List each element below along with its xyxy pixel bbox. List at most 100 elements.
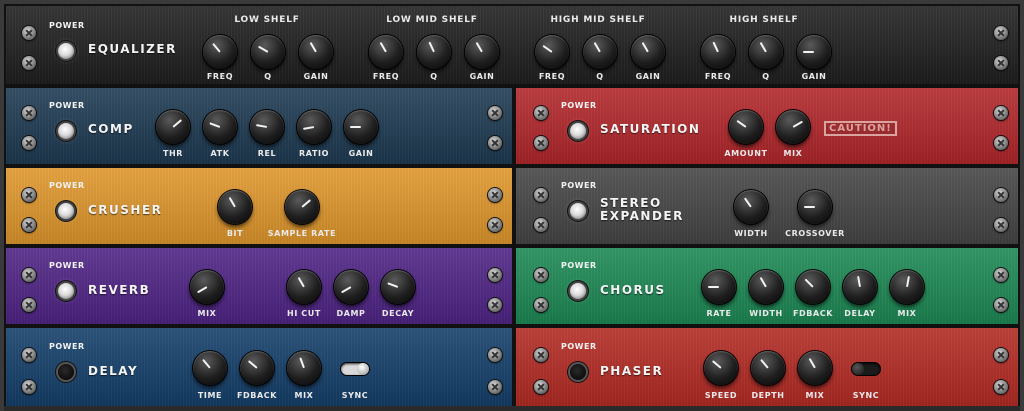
crusher-bit-knob[interactable]: [218, 190, 252, 224]
screw-icon: [22, 136, 36, 150]
stereo-expander-power-button[interactable]: [570, 203, 586, 219]
knob-label: MIX: [783, 149, 803, 158]
delay-time-knob[interactable]: [193, 351, 227, 385]
reverb-decay-knob[interactable]: [381, 270, 415, 304]
screw-icon: [488, 380, 502, 394]
power-label: POWER: [49, 101, 85, 110]
screw-icon: [994, 56, 1008, 70]
equalizer-panel: POWER EQUALIZER LOW SHELF LOW MID SHELF …: [4, 4, 1020, 86]
screw-icon: [22, 268, 36, 282]
power-label: POWER: [561, 342, 597, 351]
reverb-mix-knob[interactable]: [190, 270, 224, 304]
screw-icon: [488, 136, 502, 150]
comp-gain-knob[interactable]: [344, 110, 378, 144]
knob-label: GAIN: [469, 72, 495, 81]
knob-label: SAMPLE RATE: [267, 229, 337, 238]
knob-label: GAIN: [303, 72, 329, 81]
high-shelf-q-knob[interactable]: [749, 35, 783, 69]
high-shelf-freq-knob[interactable]: [701, 35, 735, 69]
delay-title: DELAY: [88, 364, 139, 378]
screw-icon: [22, 348, 36, 362]
screw-icon: [22, 26, 36, 40]
chorus-panel: POWER CHORUS RATE WIDTH FDBACK DELAY MIX: [514, 246, 1020, 326]
low-shelf-gain-knob[interactable]: [299, 35, 333, 69]
screw-icon: [22, 380, 36, 394]
delay-fdback-knob[interactable]: [240, 351, 274, 385]
comp-power-button[interactable]: [58, 123, 74, 139]
saturation-power-button[interactable]: [570, 123, 586, 139]
section-label: LOW MID SHELF: [386, 15, 478, 25]
reverb-hi-cut-knob[interactable]: [287, 270, 321, 304]
screw-icon: [488, 106, 502, 120]
phaser-mix-knob[interactable]: [798, 351, 832, 385]
comp-thr-knob[interactable]: [156, 110, 190, 144]
knob-label: MIX: [897, 309, 917, 318]
phaser-title: PHASER: [600, 364, 664, 378]
reverb-panel: POWER REVERB MIX HI CUT DAMP DECAY: [4, 246, 514, 326]
knob-label: DECAY: [381, 309, 415, 318]
delay-panel: POWER DELAY TIME FDBACK MIX SYNC: [4, 326, 514, 408]
knob-label: WIDTH: [734, 229, 768, 238]
high-mid-freq-knob[interactable]: [535, 35, 569, 69]
low-shelf-freq-knob[interactable]: [203, 35, 237, 69]
chorus-mix-knob[interactable]: [890, 270, 924, 304]
chorus-width-knob[interactable]: [749, 270, 783, 304]
phaser-panel: POWER PHASER SPEED DEPTH MIX SYNC: [514, 326, 1020, 408]
knob-label: GAIN: [348, 149, 374, 158]
delay-mix-knob[interactable]: [287, 351, 321, 385]
sync-label: SYNC: [852, 391, 880, 400]
comp-atk-knob[interactable]: [203, 110, 237, 144]
section-label: LOW SHELF: [234, 15, 300, 25]
crusher-title: CRUSHER: [88, 203, 163, 217]
comp-ratio-knob[interactable]: [297, 110, 331, 144]
screw-icon: [994, 26, 1008, 40]
crusher-sample-rate-knob[interactable]: [285, 190, 319, 224]
caution-warning-badge: CAUTION!: [824, 121, 897, 136]
comp-rel-knob[interactable]: [250, 110, 284, 144]
chorus-power-button[interactable]: [570, 283, 586, 299]
low-mid-gain-knob[interactable]: [465, 35, 499, 69]
delay-sync-toggle[interactable]: [341, 363, 369, 375]
screw-icon: [994, 268, 1008, 282]
screw-icon: [534, 268, 548, 282]
power-label: POWER: [561, 181, 597, 190]
phaser-power-button[interactable]: [570, 364, 586, 380]
chorus-title: CHORUS: [600, 283, 666, 297]
screw-icon: [534, 348, 548, 362]
effects-rack: POWER EQUALIZER LOW SHELF LOW MID SHELF …: [4, 0, 1020, 411]
screw-icon: [534, 106, 548, 120]
equalizer-title: EQUALIZER: [88, 42, 177, 56]
power-label: POWER: [561, 261, 597, 270]
saturation-amount-knob[interactable]: [729, 110, 763, 144]
low-mid-q-knob[interactable]: [417, 35, 451, 69]
chorus-rate-knob[interactable]: [702, 270, 736, 304]
stereo-expander-panel: POWER STEREO EXPANDER WIDTH CROSSOVER: [514, 166, 1020, 246]
comp-panel: POWER COMP THR ATK REL RATIO GAIN: [4, 86, 514, 166]
screw-icon: [994, 106, 1008, 120]
reverb-damp-knob[interactable]: [334, 270, 368, 304]
phaser-depth-knob[interactable]: [751, 351, 785, 385]
high-mid-q-knob[interactable]: [583, 35, 617, 69]
stereo-expander-width-knob[interactable]: [734, 190, 768, 224]
equalizer-power-button[interactable]: [58, 43, 74, 59]
crusher-power-button[interactable]: [58, 203, 74, 219]
screw-icon: [488, 348, 502, 362]
saturation-title: SATURATION: [600, 122, 701, 136]
high-mid-gain-knob[interactable]: [631, 35, 665, 69]
screw-icon: [22, 106, 36, 120]
phaser-speed-knob[interactable]: [704, 351, 738, 385]
chorus-delay-knob[interactable]: [843, 270, 877, 304]
rack-bottom-edge: [4, 406, 1020, 411]
saturation-mix-knob[interactable]: [776, 110, 810, 144]
screw-icon: [22, 188, 36, 202]
screw-icon: [534, 298, 548, 312]
delay-power-button[interactable]: [58, 364, 74, 380]
stereo-expander-crossover-knob[interactable]: [798, 190, 832, 224]
chorus-fdback-knob[interactable]: [796, 270, 830, 304]
reverb-power-button[interactable]: [58, 283, 74, 299]
phaser-sync-toggle[interactable]: [852, 363, 880, 375]
reverb-title: REVERB: [88, 283, 151, 297]
low-mid-freq-knob[interactable]: [369, 35, 403, 69]
high-shelf-gain-knob[interactable]: [797, 35, 831, 69]
low-shelf-q-knob[interactable]: [251, 35, 285, 69]
